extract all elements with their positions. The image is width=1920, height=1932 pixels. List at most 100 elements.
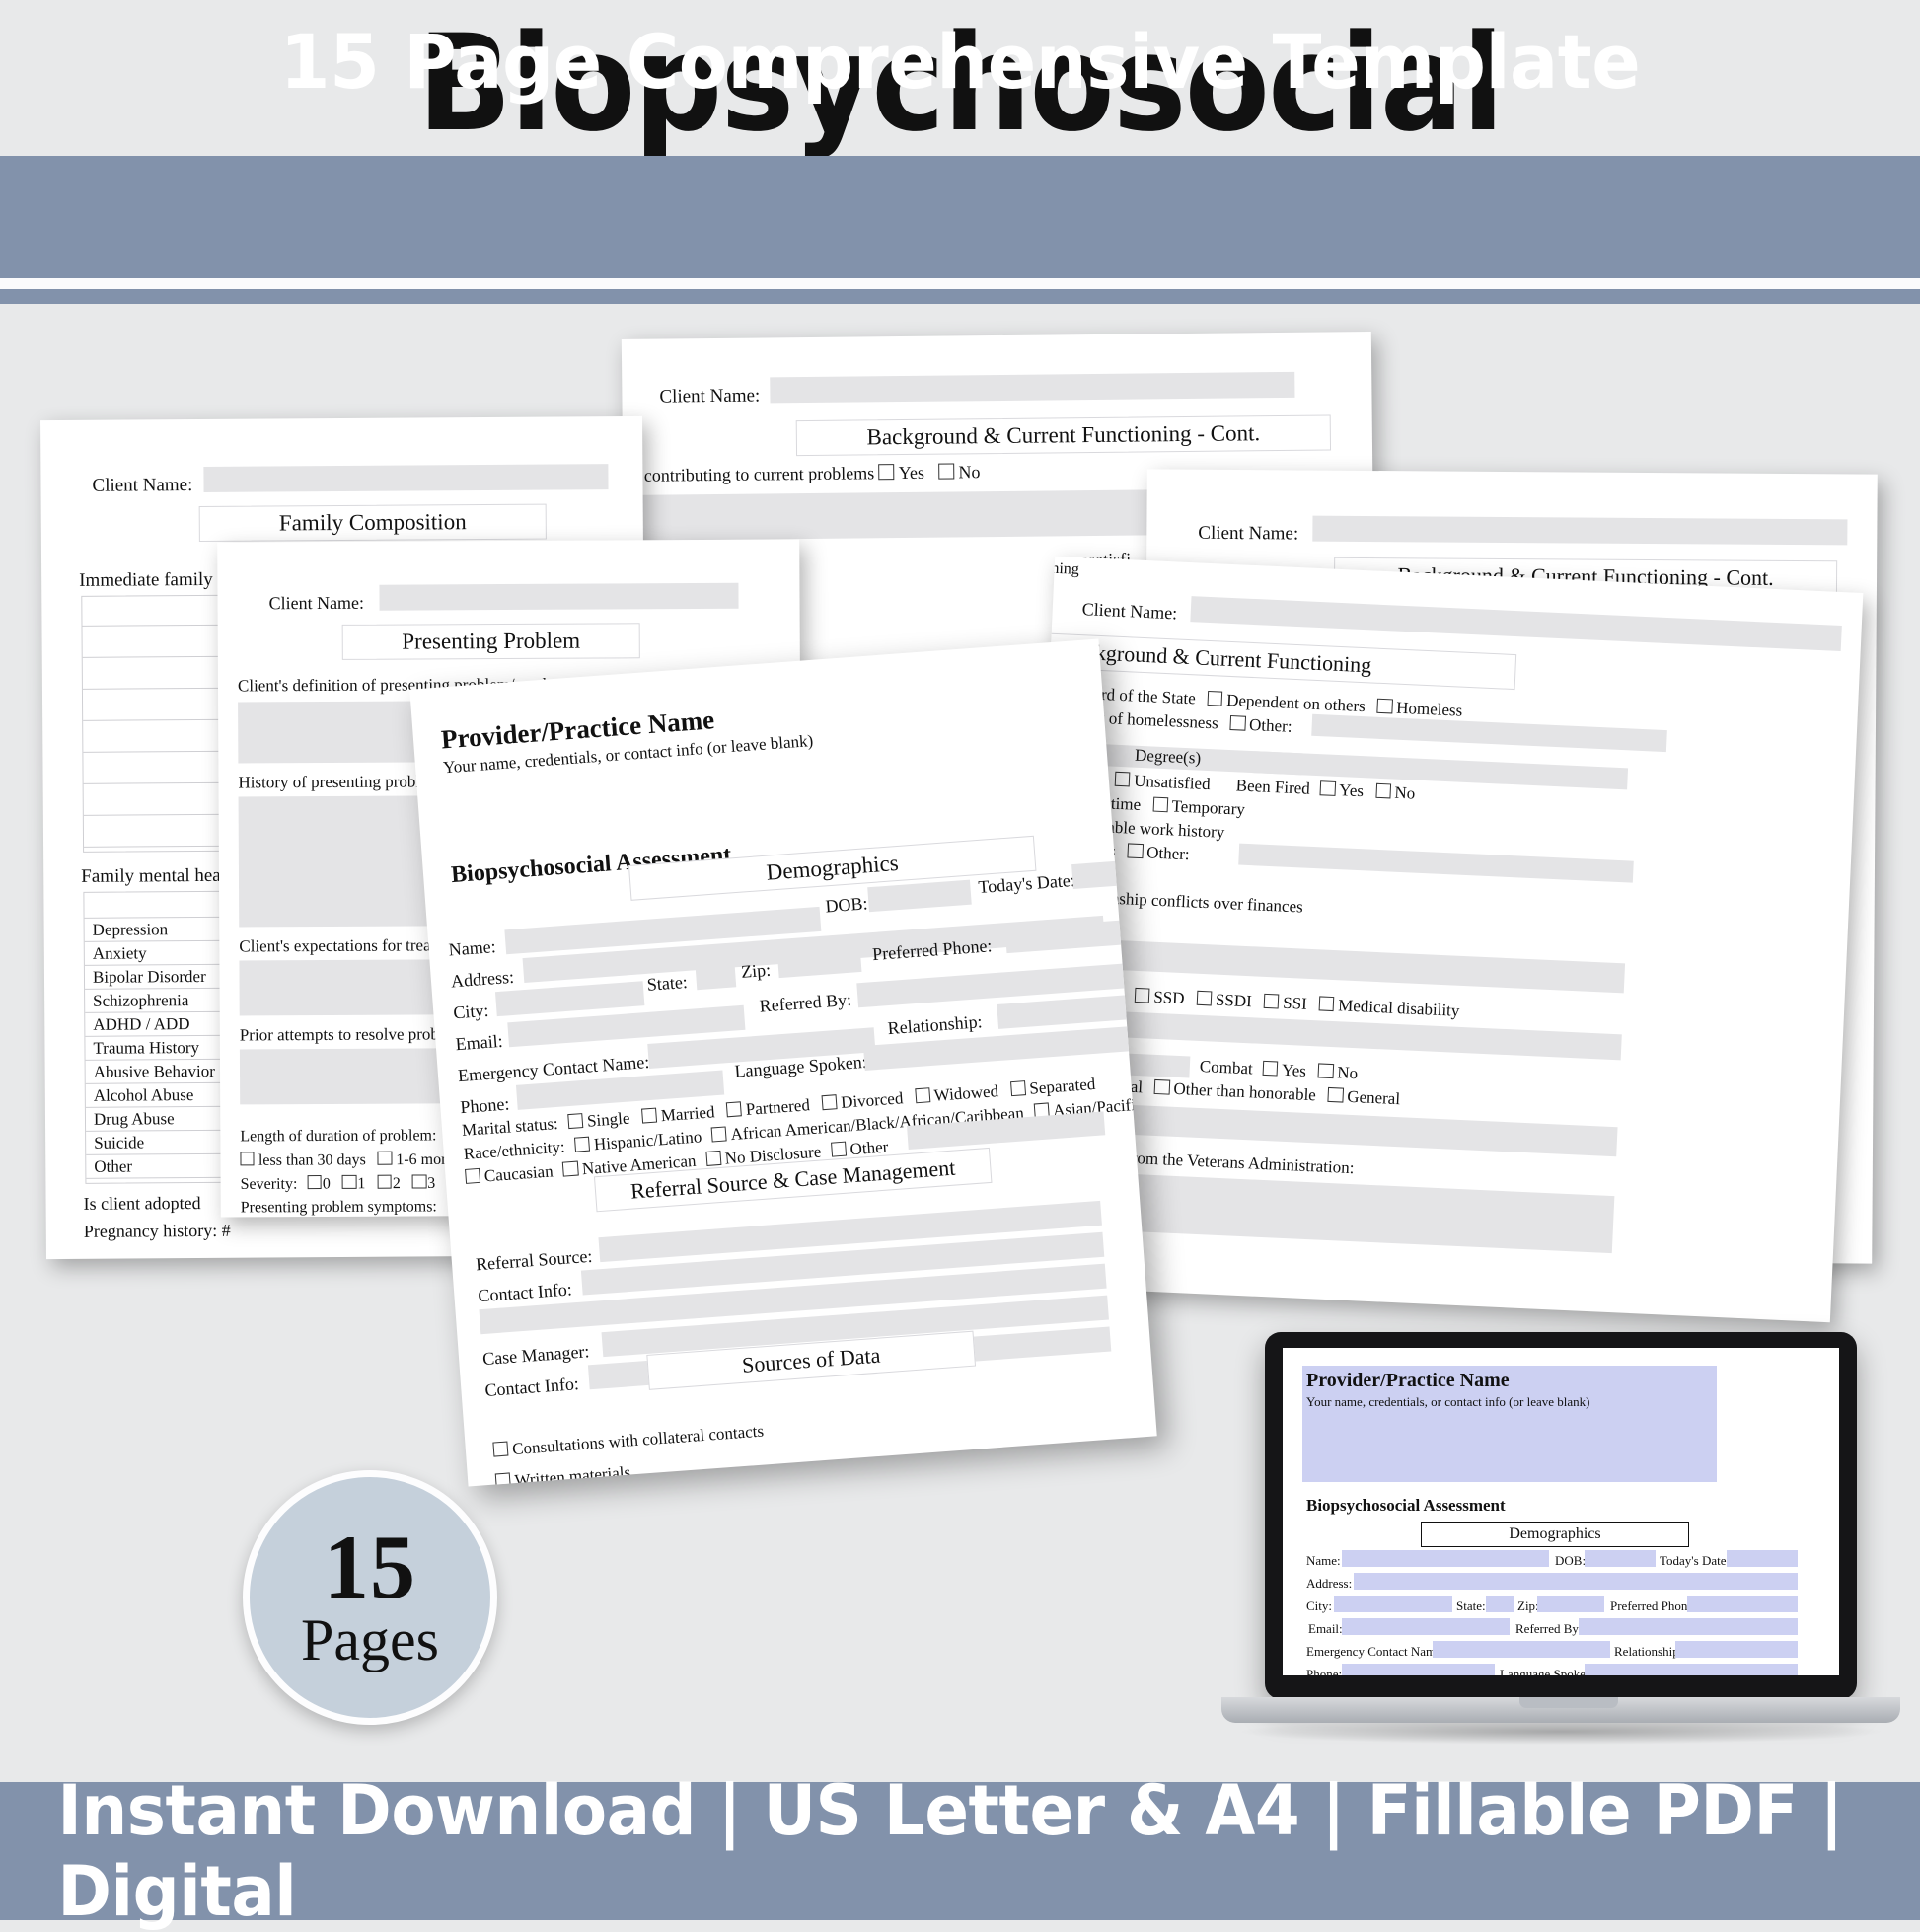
consultations-checkbox[interactable]: [492, 1441, 509, 1457]
zip-field[interactable]: [1537, 1596, 1604, 1612]
pregnancy-label: Pregnancy history: #: [83, 1220, 231, 1241]
severity-row[interactable]: Severity: 0 1 2 3 4: [241, 1174, 471, 1194]
client-name-field[interactable]: [379, 582, 739, 611]
discharge-other-label: Other than honorable: [1173, 1078, 1317, 1105]
combat-no-checkbox[interactable]: [1317, 1063, 1334, 1079]
condition-label: ADHD / ADD: [93, 1013, 190, 1034]
severity-2-label: 2: [392, 1175, 401, 1193]
unsatisfied-checkbox[interactable]: [1114, 771, 1131, 787]
housing-other-checkbox[interactable]: [1229, 714, 1246, 731]
zip-field[interactable]: [776, 946, 862, 979]
dependent-checkbox[interactable]: [1207, 690, 1223, 706]
page-subtitle: 15 Page Comprehensive Template: [279, 17, 1641, 106]
email-field[interactable]: [1342, 1618, 1510, 1635]
marital-divorced-checkbox[interactable]: [821, 1093, 838, 1111]
yes-checkbox[interactable]: [878, 464, 895, 481]
expectations-label: Client's expectations for treatme: [239, 935, 457, 956]
phone-label: Phone:: [1306, 1667, 1343, 1675]
address-label: Address:: [1306, 1576, 1353, 1591]
severity-2-checkbox[interactable]: [377, 1174, 392, 1190]
state-field[interactable]: [1486, 1596, 1514, 1612]
been-fired-yes-label: Yes: [1338, 780, 1365, 801]
zip-label: Zip:: [1517, 1598, 1539, 1613]
city-field[interactable]: [494, 981, 645, 1017]
marital-single-checkbox[interactable]: [567, 1112, 584, 1130]
marital-partnered-label: Partnered: [745, 1095, 811, 1119]
marital-married-checkbox[interactable]: [640, 1107, 658, 1124]
marital-single-label: Single: [586, 1108, 631, 1131]
condition-label: Alcohol Abuse: [93, 1084, 194, 1105]
client-name-field[interactable]: [203, 464, 609, 492]
preferred-phone-field[interactable]: [1687, 1596, 1798, 1612]
duration-options[interactable]: less than 30 days 1-6 month: [240, 1151, 462, 1170]
combat-no-label: No: [1336, 1063, 1359, 1083]
race-african-american-checkbox[interactable]: [710, 1126, 728, 1143]
race-native-american-checkbox[interactable]: [562, 1160, 579, 1177]
city-label: City:: [452, 1000, 490, 1023]
severity-3-checkbox[interactable]: [411, 1174, 427, 1189]
client-name-label: Client Name:: [268, 592, 365, 614]
been-fired-yes-checkbox[interactable]: [1319, 780, 1336, 796]
been-fired-no-checkbox[interactable]: [1374, 782, 1391, 799]
medical-disability-checkbox[interactable]: [1318, 996, 1335, 1012]
discharge-general-checkbox[interactable]: [1327, 1086, 1344, 1103]
preferred-phone-label: Preferred Phone:: [1610, 1598, 1697, 1613]
yes-label: Yes: [898, 462, 925, 483]
discharge-other-checkbox[interactable]: [1154, 1078, 1170, 1095]
homeless-checkbox[interactable]: [1376, 698, 1393, 714]
marital-widowed-checkbox[interactable]: [914, 1086, 931, 1104]
email-label: Email:: [1308, 1621, 1343, 1636]
ssd-checkbox[interactable]: [1134, 987, 1150, 1003]
section-title-family-composition: Family Composition: [198, 503, 547, 543]
temporary-checkbox[interactable]: [1152, 796, 1169, 813]
duration-1to6-checkbox[interactable]: [377, 1151, 393, 1166]
housing-other-label: Other:: [1248, 714, 1292, 736]
employment-other-label: Other:: [1145, 843, 1191, 864]
source-option-written[interactable]: Written materials: [494, 1462, 631, 1487]
contact-info-label-1: Contact Info:: [477, 1279, 573, 1306]
provider-practice-subtitle: Your name, credentials, or contact info …: [1306, 1394, 1590, 1409]
degree-label: Degree(s): [1134, 745, 1202, 768]
combat-yes-checkbox[interactable]: [1262, 1060, 1279, 1077]
bottom-banner-text: Instant Download | US Letter & A4 | Fill…: [57, 1770, 1843, 1932]
severity-1-checkbox[interactable]: [341, 1174, 357, 1190]
ssd-label: SSD: [1152, 987, 1185, 1008]
relationship-field[interactable]: [1675, 1641, 1798, 1658]
race-hispanic-checkbox[interactable]: [574, 1136, 591, 1152]
marital-separated-checkbox[interactable]: [1009, 1079, 1026, 1097]
dob-field[interactable]: [867, 879, 972, 913]
severity-label: Severity:: [240, 1175, 298, 1193]
housing-other-field[interactable]: [1311, 713, 1667, 753]
laptop-screen: Provider/Practice Name Your name, creden…: [1283, 1348, 1839, 1675]
phone-field[interactable]: [1342, 1664, 1495, 1675]
client-name-field[interactable]: [770, 371, 1295, 404]
client-name-field[interactable]: [1312, 515, 1848, 546]
name-label: Name:: [1306, 1553, 1341, 1568]
emergency-contact-field[interactable]: [1433, 1641, 1610, 1658]
employment-other-checkbox[interactable]: [1127, 843, 1144, 859]
marital-partnered-checkbox[interactable]: [725, 1100, 743, 1118]
race-caucasian-checkbox[interactable]: [465, 1167, 481, 1184]
history-label: History of presenting problem: [238, 772, 441, 792]
severity-0-checkbox[interactable]: [307, 1175, 322, 1190]
employment-other-field[interactable]: [1238, 843, 1634, 883]
combat-row[interactable]: Combat Yes No: [1199, 1057, 1358, 1083]
race-other-checkbox[interactable]: [830, 1141, 848, 1157]
severity-1-label: 1: [357, 1175, 366, 1193]
source-option-consultations[interactable]: Consultations with collateral contacts: [492, 1421, 765, 1460]
dob-field[interactable]: [1585, 1550, 1656, 1567]
todays-date-field[interactable]: [1727, 1550, 1798, 1567]
name-field[interactable]: [1342, 1550, 1549, 1567]
duration-lt30-checkbox[interactable]: [240, 1152, 255, 1166]
city-field[interactable]: [1334, 1596, 1452, 1612]
state-field[interactable]: [695, 962, 737, 991]
address-field[interactable]: [1354, 1573, 1798, 1590]
pages-badge-number: 15: [324, 1516, 416, 1617]
language-field[interactable]: [1585, 1664, 1798, 1675]
no-checkbox[interactable]: [938, 463, 955, 480]
ssi-checkbox[interactable]: [1263, 993, 1280, 1009]
referred-by-field[interactable]: [1579, 1618, 1798, 1635]
race-no-disclosure-checkbox[interactable]: [704, 1150, 722, 1166]
written-materials-checkbox[interactable]: [494, 1472, 512, 1487]
ssdi-checkbox[interactable]: [1196, 990, 1213, 1006]
